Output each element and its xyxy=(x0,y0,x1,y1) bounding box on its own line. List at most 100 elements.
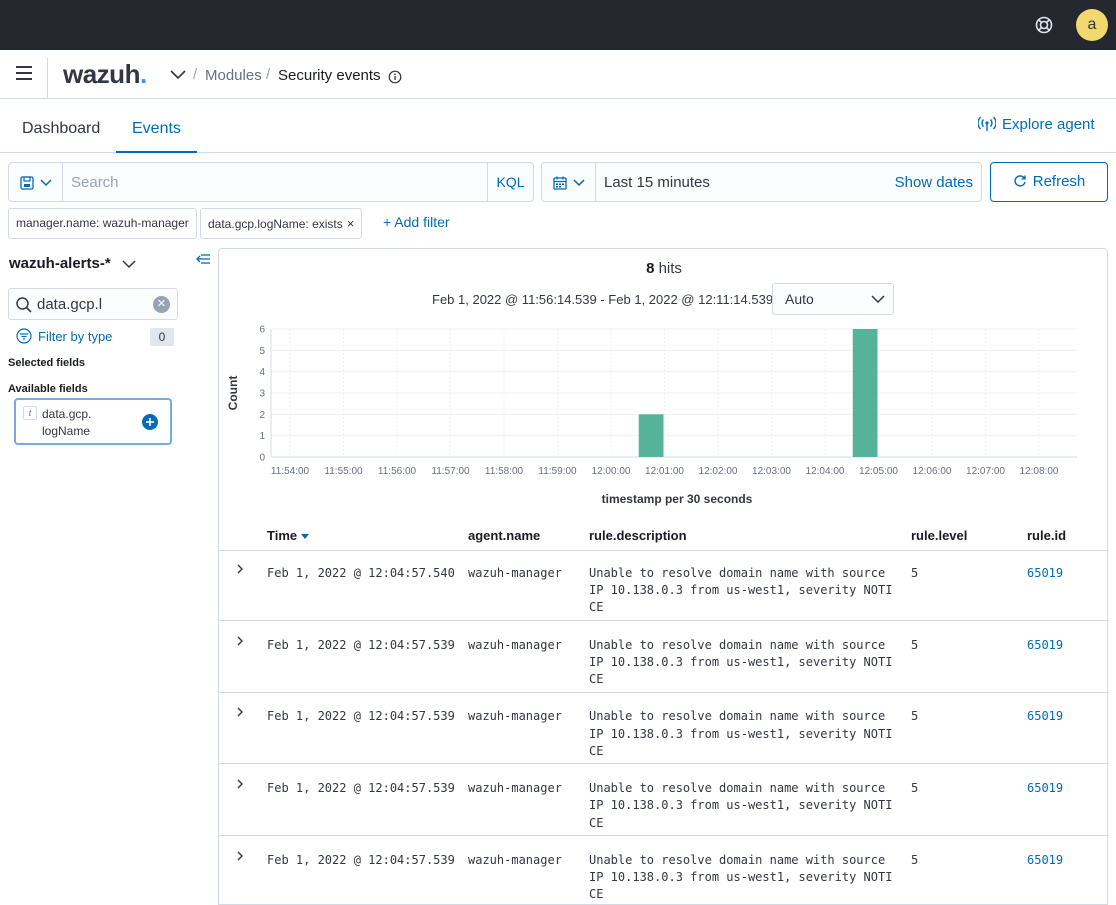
x-tick-label: 11:58:00 xyxy=(485,466,524,477)
sort-descending-icon[interactable] xyxy=(301,534,310,539)
table-row[interactable]: Feb 1, 2022 @ 12:04:57.539 wazuh-manager U… xyxy=(219,621,1109,693)
filter-pill[interactable]: data.gcp.logName: exists × xyxy=(200,208,363,239)
table-header: Time agent.name rule.description rule.le… xyxy=(219,524,1109,551)
y-tick-label: 4 xyxy=(259,367,265,378)
cell-rule-level: 5 xyxy=(911,566,919,580)
selected-fields-heading: Selected fields xyxy=(8,357,86,369)
help-icon[interactable] xyxy=(1034,15,1054,35)
string-type-icon: t xyxy=(23,406,37,420)
chevron-down-icon[interactable] xyxy=(121,256,137,272)
cell-rule-description: Unable to resolve domain name with sourc… xyxy=(589,709,893,758)
cell-rule-description: Unable to resolve domain name with sourc… xyxy=(589,781,893,830)
x-axis-label: timestamp per 30 seconds xyxy=(602,492,753,506)
field-name: data.gcp. logName xyxy=(42,407,92,438)
filter-by-type-button[interactable]: Filter by type xyxy=(16,328,112,344)
filter-pill[interactable]: manager.name: wazuh-manager xyxy=(8,208,197,239)
chevron-down-icon[interactable] xyxy=(168,64,188,84)
expand-row-icon[interactable] xyxy=(233,705,247,719)
histogram-chart: 0 1 2 3 4 5 6 11:54:00 11:55:00 11:56:00 11:57:00 1… xyxy=(226,325,1077,506)
y-tick-label: 2 xyxy=(259,410,265,421)
cell-time: Feb 1, 2022 @ 12:04:57.540 xyxy=(267,566,455,580)
breadcrumb-modules[interactable]: Modules xyxy=(205,67,262,84)
expand-row-icon[interactable] xyxy=(233,777,247,791)
rule-id-link[interactable]: 65019 xyxy=(1027,637,1063,654)
y-tick-label: 0 xyxy=(259,453,265,464)
info-icon[interactable] xyxy=(388,70,402,84)
x-tick-label: 12:02:00 xyxy=(699,466,738,477)
x-tick-label: 12:00:00 xyxy=(592,466,631,477)
chevron-down-icon xyxy=(573,179,585,187)
add-filter-button[interactable]: + Add filter xyxy=(383,214,450,230)
field-search-input[interactable] xyxy=(37,289,147,319)
user-avatar[interactable]: a xyxy=(1076,9,1108,41)
hits-count: 8 hits xyxy=(646,260,682,277)
chevron-down-icon xyxy=(40,179,52,187)
x-tick-label: 11:57:00 xyxy=(431,466,470,477)
tab-dashboard[interactable]: Dashboard xyxy=(6,99,116,153)
nav-divider xyxy=(47,58,48,98)
show-dates-button[interactable]: Show dates xyxy=(895,174,973,191)
module-tabs: Dashboard Events Explore agent xyxy=(0,99,1116,153)
table-row[interactable]: Feb 1, 2022 @ 12:04:57.540 wazuh-manager U… xyxy=(219,549,1109,621)
column-header-description[interactable]: rule.description xyxy=(589,528,687,543)
rule-id-link[interactable]: 65019 xyxy=(1027,852,1063,869)
index-pattern-title[interactable]: wazuh-alerts-* xyxy=(9,255,111,272)
expand-row-icon[interactable] xyxy=(233,634,247,648)
column-header-agent[interactable]: agent.name xyxy=(468,528,540,543)
y-tick-label: 6 xyxy=(259,325,265,336)
nav-bar: wazuh. / Modules / Security events xyxy=(0,50,1116,99)
remove-filter-icon[interactable]: × xyxy=(347,216,355,231)
breadcrumb-separator: / xyxy=(266,66,271,83)
available-fields-heading: Available fields xyxy=(8,383,88,395)
expand-row-icon[interactable] xyxy=(233,849,247,863)
field-item[interactable]: t data.gcp. logName xyxy=(14,398,172,445)
field-search: ✕ xyxy=(8,288,178,320)
expand-row-icon[interactable] xyxy=(233,562,247,576)
query-bar: KQL xyxy=(8,162,534,202)
cell-rule-description: Unable to resolve domain name with sourc… xyxy=(589,637,893,687)
rule-id-link[interactable]: 65019 xyxy=(1027,565,1063,582)
x-tick-label: 11:56:00 xyxy=(378,466,417,477)
date-picker: Last 15 minutes Show dates xyxy=(541,162,982,202)
antenna-icon xyxy=(977,116,997,131)
search-input[interactable] xyxy=(63,163,487,201)
cell-agent-name: wazuh-manager xyxy=(468,852,562,867)
time-range-label: Feb 1, 2022 @ 11:56:14.539 - Feb 1, 2022… xyxy=(432,292,774,307)
x-tick-label: 12:03:00 xyxy=(752,466,791,477)
column-header-level[interactable]: rule.level xyxy=(911,528,967,543)
date-range-label[interactable]: Last 15 minutes xyxy=(604,174,710,191)
add-field-icon[interactable] xyxy=(141,413,159,431)
events-panel: 8 hits Feb 1, 2022 @ 11:56:14.539 - Feb … xyxy=(218,248,1109,905)
rule-id-link[interactable]: 65019 xyxy=(1027,780,1063,797)
refresh-button[interactable]: Refresh xyxy=(990,162,1108,202)
column-header-time[interactable]: Time xyxy=(267,528,310,543)
kql-toggle-button[interactable]: KQL xyxy=(487,163,533,201)
calendar-icon xyxy=(553,176,567,190)
table-row[interactable]: Feb 1, 2022 @ 12:04:57.539 wazuh-manager U… xyxy=(219,692,1109,765)
table-row[interactable]: Feb 1, 2022 @ 12:04:57.539 wazuh-manager U… xyxy=(219,764,1109,837)
tab-events[interactable]: Events xyxy=(116,99,197,153)
table-row[interactable]: Feb 1, 2022 @ 12:04:57.539 wazuh-manager U… xyxy=(219,836,1109,905)
x-tick-label: 12:05:00 xyxy=(859,466,898,477)
rule-id-link[interactable]: 65019 xyxy=(1027,708,1063,725)
saved-query-button[interactable] xyxy=(9,163,63,201)
x-tick-label: 12:01:00 xyxy=(645,466,684,477)
cell-agent-name: wazuh-manager xyxy=(468,566,562,580)
refresh-icon xyxy=(1014,175,1026,187)
x-tick-label: 11:55:00 xyxy=(324,466,363,477)
interval-select[interactable]: Auto xyxy=(772,283,894,315)
wazuh-logo[interactable]: wazuh. xyxy=(63,59,147,90)
menu-icon[interactable] xyxy=(16,66,34,82)
histogram-bar xyxy=(852,329,878,457)
collapse-sidebar-icon[interactable] xyxy=(195,251,211,267)
quick-select-button[interactable] xyxy=(542,163,596,201)
column-header-rule-id[interactable]: rule.id xyxy=(1027,528,1066,543)
save-icon xyxy=(20,176,34,190)
cell-time: Feb 1, 2022 @ 12:04:57.539 xyxy=(267,709,455,724)
cell-agent-name: wazuh-manager xyxy=(468,637,562,652)
cell-rule-level: 5 xyxy=(911,852,919,867)
clear-icon[interactable]: ✕ xyxy=(153,296,170,313)
explore-agent-button[interactable]: Explore agent xyxy=(977,116,1095,133)
y-tick-label: 1 xyxy=(259,431,265,442)
cell-rule-description: Unable to resolve domain name with sourc… xyxy=(589,852,893,902)
